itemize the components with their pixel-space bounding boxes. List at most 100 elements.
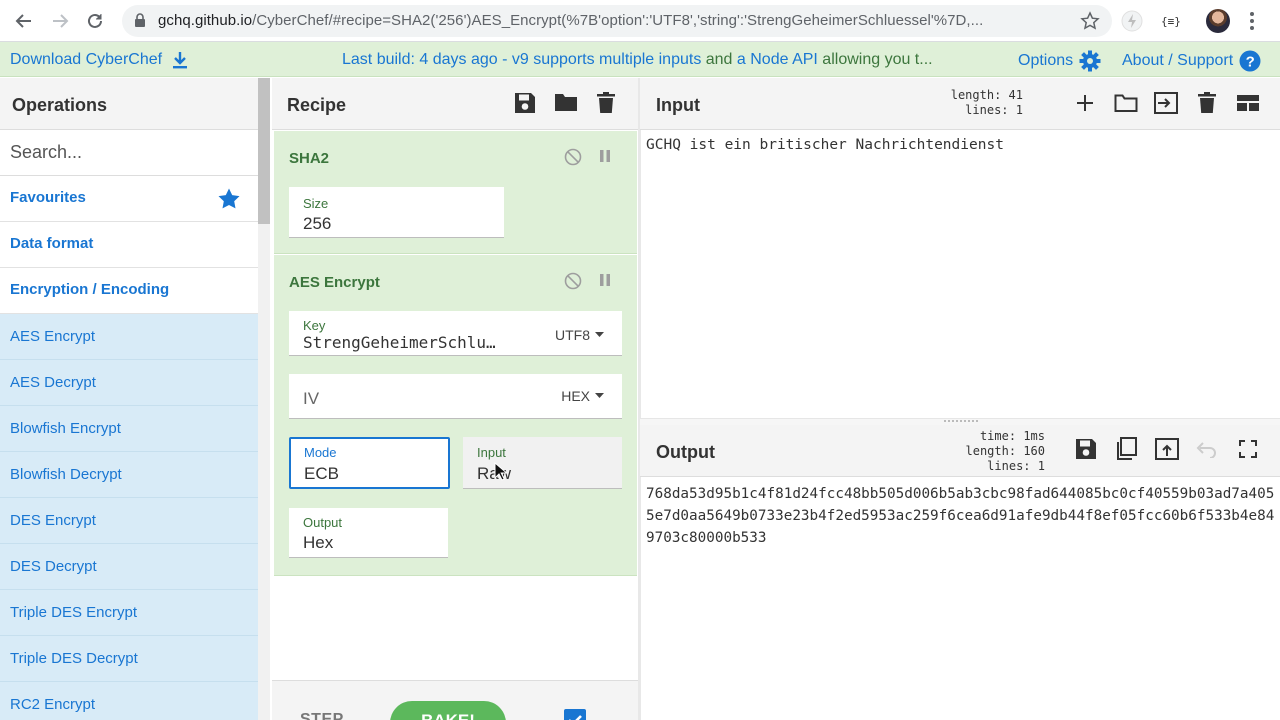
star-icon bbox=[218, 188, 240, 209]
maximise-output-icon[interactable] bbox=[1239, 440, 1257, 458]
operation-item[interactable]: AES Encrypt bbox=[0, 314, 258, 360]
recipe-operation-aes-encrypt[interactable]: AES Encrypt Key StrengGeheimerSchlu… UTF… bbox=[274, 255, 637, 576]
aes-key-field[interactable]: Key StrengGeheimerSchlu… UTF8 bbox=[289, 311, 622, 356]
operation-item[interactable]: Triple DES Decrypt bbox=[0, 636, 258, 682]
field-value: 256 bbox=[303, 214, 332, 233]
operation-label: AES Encrypt bbox=[10, 328, 96, 345]
field-value: StrengGeheimerSchlu… bbox=[303, 333, 496, 352]
gear-icon bbox=[1079, 50, 1101, 72]
save-output-icon[interactable] bbox=[1075, 438, 1097, 460]
aes-mode-select[interactable]: Mode ECB bbox=[289, 437, 450, 489]
recipe-operation-sha2[interactable]: SHA2 Size 256 bbox=[274, 131, 637, 254]
disable-operation-icon[interactable] bbox=[564, 272, 582, 290]
category-favourites[interactable]: Favourites bbox=[0, 176, 258, 222]
aes-iv-field[interactable]: IV HEX bbox=[289, 374, 622, 419]
copy-output-icon[interactable] bbox=[1115, 437, 1137, 461]
operation-label: Triple DES Decrypt bbox=[10, 650, 138, 667]
operation-item[interactable]: Blowfish Decrypt bbox=[0, 452, 258, 498]
key-format-dropdown[interactable]: UTF8 bbox=[555, 327, 604, 343]
address-bar[interactable]: gchq.github.io/CyberChef/#recipe=SHA2('2… bbox=[122, 5, 1112, 37]
extension-json-icon[interactable]: {≡} bbox=[1157, 9, 1181, 33]
operation-item[interactable]: DES Encrypt bbox=[0, 498, 258, 544]
operation-label: Blowfish Encrypt bbox=[10, 420, 121, 437]
operations-header: Operations bbox=[0, 78, 258, 130]
input-textarea[interactable]: GCHQ ist ein britischer Nachrichtendiens… bbox=[646, 137, 1004, 153]
notice-node-api-link[interactable]: a Node API bbox=[737, 51, 818, 68]
output-header: Output time: 1ms length: 160 lines: 1 bbox=[640, 425, 1280, 477]
clear-recipe-trash-icon[interactable] bbox=[597, 92, 615, 114]
bake-button[interactable]: BAKE! bbox=[390, 701, 506, 720]
about-support-button[interactable]: About / Support ? bbox=[1122, 50, 1261, 72]
replace-input-icon[interactable] bbox=[1155, 438, 1179, 460]
operation-title: AES Encrypt bbox=[289, 274, 380, 291]
undo-icon[interactable] bbox=[1196, 440, 1218, 458]
input-stats: length: 41 lines: 1 bbox=[940, 88, 1023, 118]
operation-item[interactable]: Triple DES Encrypt bbox=[0, 590, 258, 636]
step-button[interactable]: STEP bbox=[300, 711, 344, 720]
options-button[interactable]: Options bbox=[1018, 50, 1101, 72]
save-recipe-icon[interactable] bbox=[514, 92, 536, 114]
field-label: Input bbox=[477, 445, 506, 460]
iv-format-dropdown[interactable]: HEX bbox=[561, 388, 604, 404]
notice-and: and bbox=[701, 51, 737, 68]
help-icon: ? bbox=[1239, 50, 1261, 72]
operation-item[interactable]: DES Decrypt bbox=[0, 544, 258, 590]
output-stats: time: 1ms length: 160 lines: 1 bbox=[945, 429, 1046, 474]
output-text[interactable]: 768da53d95b1c4f81d24fcc48bb505d006b5ab3c… bbox=[646, 483, 1276, 549]
browser-menu-icon[interactable] bbox=[1248, 9, 1256, 33]
field-label: Key bbox=[303, 318, 326, 333]
sha2-size-field[interactable]: Size 256 bbox=[289, 187, 504, 238]
forward-icon[interactable] bbox=[48, 9, 72, 33]
pause-breakpoint-icon[interactable] bbox=[598, 273, 612, 287]
category-data-format[interactable]: Data format bbox=[0, 222, 258, 268]
open-file-icon[interactable] bbox=[1154, 92, 1178, 114]
about-label: About / Support bbox=[1122, 52, 1234, 69]
clear-input-trash-icon[interactable] bbox=[1198, 92, 1216, 114]
scrollbar-thumb[interactable] bbox=[258, 78, 270, 224]
operation-item[interactable]: RC2 Encrypt bbox=[0, 682, 258, 720]
field-label: Mode bbox=[304, 445, 337, 460]
operation-label: DES Decrypt bbox=[10, 558, 97, 575]
dropdown-value: HEX bbox=[561, 388, 590, 404]
dropdown-value: UTF8 bbox=[555, 327, 590, 343]
open-folder-icon[interactable] bbox=[1114, 93, 1138, 113]
operation-label: Triple DES Encrypt bbox=[10, 604, 137, 621]
operations-search-input[interactable] bbox=[0, 130, 258, 176]
time-label: time: bbox=[979, 429, 1017, 443]
length-label: length: bbox=[965, 444, 1017, 458]
length-value: 41 bbox=[1008, 88, 1023, 102]
auto-bake-checkbox[interactable] bbox=[564, 709, 586, 720]
category-label: Favourites bbox=[10, 189, 86, 206]
url-text[interactable]: gchq.github.io/CyberChef/#recipe=SHA2('2… bbox=[158, 12, 1068, 29]
aes-output-select[interactable]: Output Hex bbox=[289, 508, 448, 558]
length-value: 160 bbox=[1023, 444, 1045, 458]
recipe-title: Recipe bbox=[287, 95, 347, 115]
options-label: Options bbox=[1018, 52, 1074, 69]
add-input-plus-icon[interactable] bbox=[1076, 94, 1094, 112]
input-pane: Input length: 41 lines: 1 GCHQ ist ein b… bbox=[640, 78, 1280, 418]
disable-operation-icon[interactable] bbox=[564, 148, 582, 166]
field-label: Size bbox=[303, 196, 329, 211]
splitter-grip[interactable] bbox=[944, 420, 978, 422]
load-recipe-folder-icon[interactable] bbox=[554, 92, 578, 112]
recipe-controls: STEP BAKE! bbox=[272, 680, 638, 720]
operation-item[interactable]: AES Decrypt bbox=[0, 360, 258, 406]
download-cyberchef-link[interactable]: Download CyberChef bbox=[10, 51, 188, 69]
operations-title: Operations bbox=[12, 95, 108, 115]
notice-multiple-inputs-link[interactable]: Last build: 4 days ago - v9 supports mul… bbox=[342, 51, 701, 68]
back-icon[interactable] bbox=[12, 9, 36, 33]
category-encryption-encoding[interactable]: Encryption / Encoding bbox=[0, 268, 258, 314]
profile-avatar[interactable] bbox=[1206, 9, 1230, 33]
reload-icon[interactable] bbox=[83, 9, 107, 33]
operations-scrollbar[interactable] bbox=[258, 78, 270, 720]
operation-item[interactable]: Blowfish Encrypt bbox=[0, 406, 258, 452]
bookmark-star-icon[interactable] bbox=[1080, 11, 1100, 31]
field-value: ECB bbox=[304, 464, 339, 483]
aes-input-select[interactable]: Input Raw bbox=[463, 437, 622, 489]
operation-label: Blowfish Decrypt bbox=[10, 466, 122, 483]
extension-bolt-icon[interactable] bbox=[1120, 9, 1144, 33]
reset-layout-icon[interactable] bbox=[1237, 95, 1259, 111]
lock-icon bbox=[134, 13, 146, 28]
pause-breakpoint-icon[interactable] bbox=[598, 149, 612, 163]
input-title: Input bbox=[656, 95, 700, 115]
